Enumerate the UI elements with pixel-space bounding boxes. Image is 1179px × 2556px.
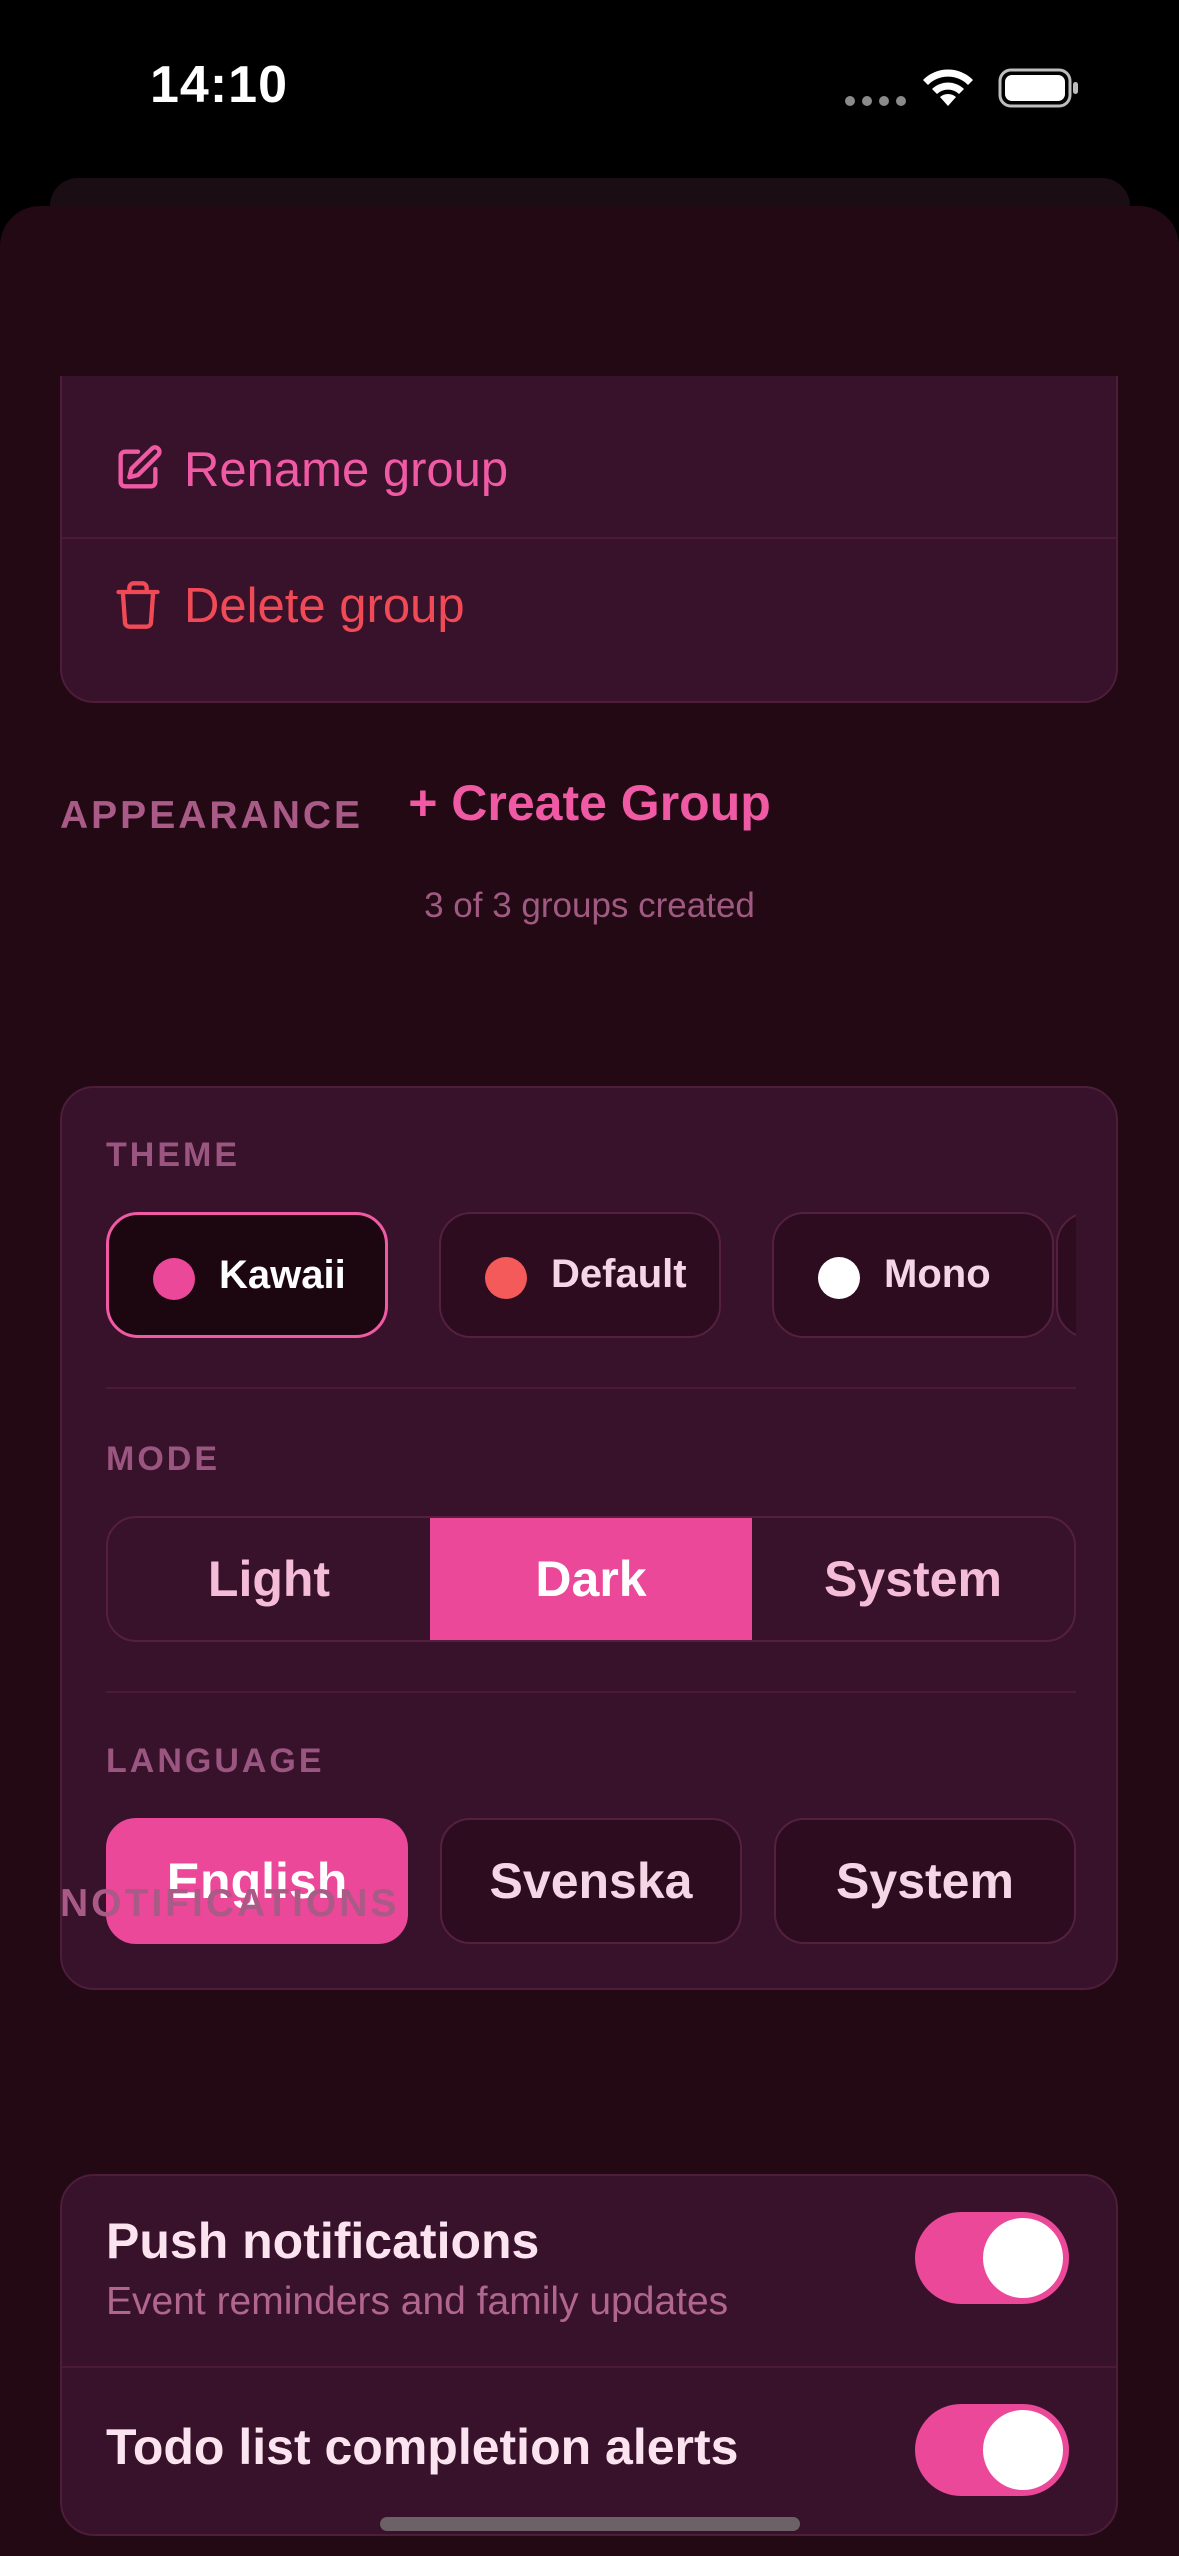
theme-chip-label: Mono <box>884 1252 991 1296</box>
notifications-card: Push notifications Event reminders and f… <box>60 2174 1118 2536</box>
battery-icon <box>998 68 1078 108</box>
push-notifications-subtitle: Event reminders and family updates <box>106 2280 729 2323</box>
rename-group-button[interactable]: Rename group <box>62 403 1116 537</box>
status-bar: 14:10 <box>0 0 1179 175</box>
push-notifications-title: Push notifications <box>106 2213 540 2269</box>
wifi-icon <box>923 69 973 106</box>
divider <box>106 1691 1076 1693</box>
divider <box>106 1387 1076 1389</box>
theme-header: THEME <box>106 1136 240 1174</box>
color-dot-icon <box>818 1257 860 1299</box>
toggle-knob <box>983 2218 1063 2298</box>
settings-sheet: Rename group Delete group + Create Group… <box>0 206 1179 2556</box>
mode-header: MODE <box>106 1440 220 1478</box>
theme-chip-label: Kawaii <box>219 1253 346 1297</box>
mode-segmented-control: Light Dark System <box>106 1516 1076 1642</box>
language-option-system[interactable]: System <box>774 1818 1076 1944</box>
color-dot-icon <box>485 1257 527 1299</box>
theme-chip-kawaii[interactable]: Kawaii <box>106 1212 388 1338</box>
theme-chip-mono[interactable]: Mono <box>772 1212 1054 1338</box>
theme-chip-label: Default <box>551 1252 687 1296</box>
toggle-knob <box>983 2410 1063 2490</box>
trash-icon <box>116 581 160 629</box>
rename-group-label: Rename group <box>184 443 509 497</box>
language-option-svenska[interactable]: Svenska <box>440 1818 742 1944</box>
appearance-card: THEME Kawaii Default Mono MODE Light Dar… <box>60 1086 1118 1990</box>
notifications-header: NOTIFICATIONS <box>60 1882 400 1925</box>
home-indicator[interactable] <box>380 2517 800 2531</box>
theme-chip-more[interactable] <box>1056 1212 1076 1338</box>
push-notifications-toggle[interactable] <box>915 2212 1069 2304</box>
theme-chip-default[interactable]: Default <box>439 1212 721 1338</box>
todo-alerts-row: Todo list completion alerts <box>62 2366 1116 2534</box>
edit-icon <box>118 445 162 489</box>
todo-alerts-title: Todo list completion alerts <box>106 2419 739 2475</box>
group-actions-card: Rename group Delete group <box>60 376 1118 703</box>
status-time: 14:10 <box>150 56 288 114</box>
cellular-signal-icon <box>845 96 906 106</box>
language-header: LANGUAGE <box>106 1742 325 1780</box>
color-dot-icon <box>153 1258 195 1300</box>
appearance-header: APPEARANCE <box>60 794 364 837</box>
theme-chip-scroller[interactable]: Kawaii Default Mono <box>106 1212 1076 1342</box>
delete-group-button[interactable]: Delete group <box>62 537 1116 673</box>
mode-option-light[interactable]: Light <box>108 1518 430 1640</box>
push-notifications-row: Push notifications Event reminders and f… <box>62 2176 1116 2366</box>
mode-option-system[interactable]: System <box>752 1518 1074 1640</box>
todo-alerts-toggle[interactable] <box>915 2404 1069 2496</box>
delete-group-label: Delete group <box>184 579 465 633</box>
mode-option-dark[interactable]: Dark <box>430 1518 752 1640</box>
groups-count-text: 3 of 3 groups created <box>424 886 755 925</box>
